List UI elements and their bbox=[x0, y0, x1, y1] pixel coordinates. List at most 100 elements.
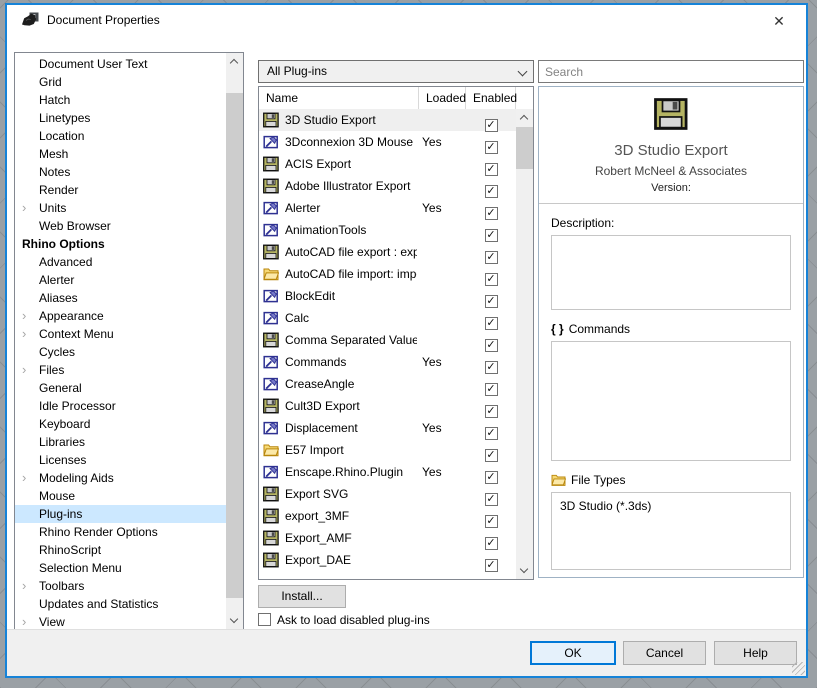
commands-label: { }Commands bbox=[551, 322, 803, 336]
plugin-row-export-dae[interactable]: Export_DAE✓ bbox=[259, 549, 516, 571]
resize-grip-icon[interactable] bbox=[792, 662, 805, 675]
install-button[interactable]: Install... bbox=[258, 585, 346, 608]
sidebar-item-general[interactable]: General bbox=[15, 379, 226, 397]
plugin-loaded-value: Yes bbox=[422, 197, 466, 219]
sidebar-item-cycles[interactable]: Cycles bbox=[15, 343, 226, 361]
ask-to-load-checkbox[interactable] bbox=[258, 613, 271, 626]
plugin-row-comma-separated-value-expo[interactable]: Comma Separated Value Expo✓ bbox=[259, 329, 516, 351]
plugin-row-blockedit[interactable]: BlockEdit✓ bbox=[259, 285, 516, 307]
sidebar-item-plug-ins[interactable]: Plug-ins bbox=[15, 505, 226, 523]
plugin-row-autocad-file-export-export-a[interactable]: AutoCAD file export : export_A✓ bbox=[259, 241, 516, 263]
help-button[interactable]: Help bbox=[714, 641, 797, 665]
sidebar-item-notes[interactable]: Notes bbox=[15, 163, 226, 181]
chevron-right-icon[interactable]: › bbox=[22, 307, 26, 325]
plugin-hammer-icon bbox=[263, 420, 279, 436]
sidebar-item-hatch[interactable]: Hatch bbox=[15, 91, 226, 109]
sidebar-item-units[interactable]: ›Units bbox=[15, 199, 226, 217]
sidebar-item-mouse[interactable]: Mouse bbox=[15, 487, 226, 505]
sidebar-item-modeling-aids[interactable]: › Modeling Aids bbox=[15, 469, 226, 487]
sidebar-item-licenses[interactable]: Licenses bbox=[15, 451, 226, 469]
plugin-row-creaseangle[interactable]: CreaseAngle✓ bbox=[259, 373, 516, 395]
plugin-rows: 3D Studio Export✓3Dconnexion 3D MouseYes… bbox=[259, 109, 516, 571]
plugin-row-displacement[interactable]: DisplacementYes✓ bbox=[259, 417, 516, 439]
sidebar-item-label: Modeling Aids bbox=[39, 471, 114, 485]
plugin-loaded-value: Yes bbox=[422, 351, 466, 373]
plugin-row-3dconnexion-3d-mouse[interactable]: 3Dconnexion 3D MouseYes✓ bbox=[259, 131, 516, 153]
plugin-row-alerter[interactable]: AlerterYes✓ bbox=[259, 197, 516, 219]
column-header-name[interactable]: Name bbox=[259, 87, 419, 109]
column-header-loaded[interactable]: Loaded bbox=[419, 87, 466, 109]
folder-icon bbox=[263, 266, 279, 281]
plugin-row-animationtools[interactable]: AnimationTools✓ bbox=[259, 219, 516, 241]
plugin-row-3d-studio-export[interactable]: 3D Studio Export✓ bbox=[259, 109, 516, 131]
sidebar-item-label: Keyboard bbox=[39, 417, 90, 431]
sidebar-item-label: View bbox=[39, 615, 65, 629]
sidebar-item-rhino-render-options[interactable]: Rhino Render Options bbox=[15, 523, 226, 541]
tree-scrollbar-thumb[interactable] bbox=[226, 93, 243, 598]
sidebar-item-web-browser[interactable]: Web Browser bbox=[15, 217, 226, 235]
plugin-name: Enscape.Rhino.Plugin bbox=[285, 461, 417, 483]
scroll-down-icon[interactable] bbox=[226, 612, 243, 629]
sidebar-item-libraries[interactable]: Libraries bbox=[15, 433, 226, 451]
sidebar-item-aliases[interactable]: Aliases bbox=[15, 289, 226, 307]
plugin-list-scrollbar[interactable] bbox=[516, 109, 533, 579]
plugin-filter-dropdown[interactable]: All Plug-ins bbox=[258, 60, 534, 83]
search-input[interactable] bbox=[538, 60, 804, 83]
plugin-row-export-3mf[interactable]: export_3MF✓ bbox=[259, 505, 516, 527]
sidebar-item-rhino-options[interactable]: Rhino Options bbox=[15, 235, 226, 253]
plugin-row-commands[interactable]: CommandsYes✓ bbox=[259, 351, 516, 373]
sidebar-item-context-menu[interactable]: ›Context Menu bbox=[15, 325, 226, 343]
plugin-row-calc[interactable]: Calc✓ bbox=[259, 307, 516, 329]
file-type-item: 3D Studio (*.3ds) bbox=[560, 499, 651, 513]
sidebar-item-view[interactable]: › View bbox=[15, 613, 226, 630]
enabled-checkbox[interactable]: ✓ bbox=[485, 559, 498, 572]
sidebar-item-alerter[interactable]: Alerter bbox=[15, 271, 226, 289]
cancel-button[interactable]: Cancel bbox=[623, 641, 706, 665]
tree-scrollbar[interactable] bbox=[226, 53, 243, 629]
plugin-row-acis-export[interactable]: ACIS Export✓ bbox=[259, 153, 516, 175]
sidebar-item-updates-and-statistics[interactable]: Updates and Statistics bbox=[15, 595, 226, 613]
sidebar-item-label: Libraries bbox=[39, 435, 85, 449]
plugin-row-enscape-rhino-plugin[interactable]: Enscape.Rhino.PluginYes✓ bbox=[259, 461, 516, 483]
sidebar-item-keyboard[interactable]: Keyboard bbox=[15, 415, 226, 433]
plugin-row-cult3d-export[interactable]: Cult3D Export✓ bbox=[259, 395, 516, 417]
sidebar-item-grid[interactable]: Grid bbox=[15, 73, 226, 91]
sidebar-item-rhinoscript[interactable]: RhinoScript bbox=[15, 541, 226, 559]
chevron-right-icon[interactable]: › bbox=[22, 199, 26, 217]
scroll-up-icon[interactable] bbox=[226, 53, 243, 70]
sidebar-item-advanced[interactable]: Advanced bbox=[15, 253, 226, 271]
sidebar-item-label: Updates and Statistics bbox=[39, 597, 158, 611]
chevron-right-icon[interactable]: › bbox=[22, 325, 26, 343]
sidebar-item-selection-menu[interactable]: Selection Menu bbox=[15, 559, 226, 577]
chevron-right-icon[interactable]: › bbox=[22, 613, 26, 630]
sidebar-item-files[interactable]: ›Files bbox=[15, 361, 226, 379]
plugin-row-autocad-file-import-import-ac[interactable]: AutoCAD file import: import_AC✓ bbox=[259, 263, 516, 285]
sidebar-item-location[interactable]: Location bbox=[15, 127, 226, 145]
chevron-right-icon[interactable]: › bbox=[22, 469, 26, 487]
plugin-row-adobe-illustrator-export[interactable]: Adobe Illustrator Export✓ bbox=[259, 175, 516, 197]
plugin-name: Export SVG bbox=[285, 483, 417, 505]
save-disk-icon bbox=[263, 530, 279, 546]
plugin-row-e57-import[interactable]: E57 Import✓ bbox=[259, 439, 516, 461]
plugin-row-export-amf[interactable]: Export_AMF✓ bbox=[259, 527, 516, 549]
close-button[interactable]: ✕ bbox=[766, 11, 792, 31]
column-header-enabled[interactable]: Enabled bbox=[466, 87, 516, 109]
dialog-footer: OK Cancel Help bbox=[7, 629, 806, 676]
plugin-hammer-icon bbox=[263, 200, 279, 216]
sidebar-item-linetypes[interactable]: Linetypes bbox=[15, 109, 226, 127]
sidebar-item-idle-processor[interactable]: Idle Processor bbox=[15, 397, 226, 415]
scroll-up-icon[interactable] bbox=[516, 109, 533, 126]
chevron-right-icon[interactable]: › bbox=[22, 361, 26, 379]
plugin-row-export-svg[interactable]: Export SVG✓ bbox=[259, 483, 516, 505]
plugin-scrollbar-thumb[interactable] bbox=[516, 127, 533, 169]
scroll-down-icon[interactable] bbox=[516, 562, 533, 579]
sidebar-item-document-user-text[interactable]: Document User Text bbox=[15, 55, 226, 73]
plugin-name: 3D Studio Export bbox=[285, 109, 417, 131]
sidebar-item-appearance[interactable]: ›Appearance bbox=[15, 307, 226, 325]
chevron-right-icon[interactable]: › bbox=[22, 577, 26, 595]
ok-button[interactable]: OK bbox=[530, 641, 616, 665]
sidebar-item-toolbars[interactable]: ›Toolbars bbox=[15, 577, 226, 595]
sidebar-item-mesh[interactable]: Mesh bbox=[15, 145, 226, 163]
sidebar-item-label: Rhino Options bbox=[22, 237, 105, 251]
sidebar-item-render[interactable]: Render bbox=[15, 181, 226, 199]
